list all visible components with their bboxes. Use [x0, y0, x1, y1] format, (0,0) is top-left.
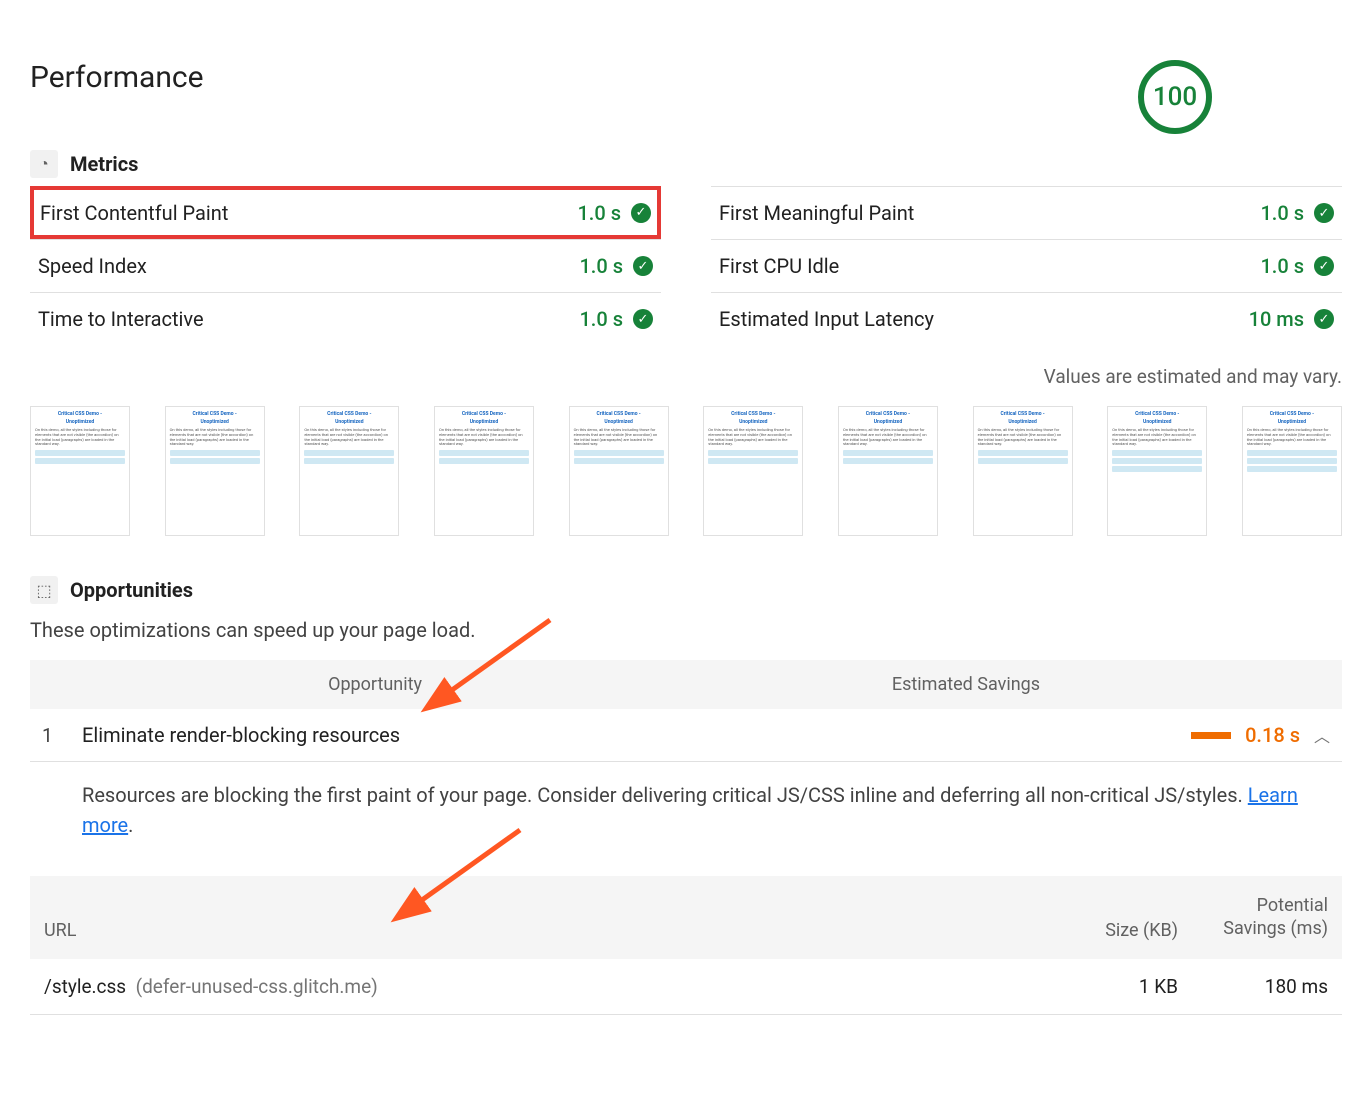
stopwatch-icon: ◔ — [30, 150, 58, 178]
metric-value: 1.0 s — [579, 307, 623, 331]
opportunities-heading: Opportunities — [70, 578, 193, 602]
performance-score-value: 100 — [1153, 82, 1197, 112]
opportunity-time: 0.18 s — [1245, 723, 1300, 747]
check-icon: ✓ — [633, 309, 653, 329]
savings-col-label: Potential Savings (ms) — [1178, 894, 1328, 941]
savings-col-label: Estimated Savings — [422, 674, 1330, 695]
opportunity-name: Eliminate render-blocking resources — [82, 723, 1191, 747]
url-savings: 180 ms — [1178, 975, 1328, 998]
url-size: 1 KB — [1058, 975, 1178, 998]
metric-value: 1.0 s — [577, 201, 621, 225]
filmstrip-thumbnail: Critical CSS Demo -UnoptimizedOn this de… — [569, 406, 669, 536]
filmstrip-thumbnail: Critical CSS Demo -UnoptimizedOn this de… — [165, 406, 265, 536]
opportunity-detail: Resources are blocking the first paint o… — [30, 762, 1342, 858]
filmstrip-thumbnail: Critical CSS Demo -UnoptimizedOn this de… — [434, 406, 534, 536]
metric-label: First CPU Idle — [719, 254, 839, 278]
url-path: /style.css — [44, 975, 126, 998]
url-col-label: URL — [44, 920, 1058, 941]
metric-label: First Meaningful Paint — [719, 201, 914, 225]
filmstrip-thumbnail: Critical CSS Demo -UnoptimizedOn this de… — [30, 406, 130, 536]
metric-row[interactable]: First CPU Idle 1.0 s ✓ — [711, 239, 1342, 292]
check-icon: ✓ — [633, 256, 653, 276]
filmstrip: Critical CSS Demo -UnoptimizedOn this de… — [30, 406, 1342, 536]
size-col-label: Size (KB) — [1058, 920, 1178, 941]
metrics-heading: Metrics — [70, 152, 138, 176]
check-icon: ✓ — [1314, 203, 1334, 223]
metric-row[interactable]: Estimated Input Latency 10 ms ✓ — [711, 292, 1342, 345]
metrics-footnote: Values are estimated and may vary. — [30, 365, 1342, 388]
chevron-up-icon[interactable]: ︿ — [1314, 723, 1330, 747]
metric-label: Estimated Input Latency — [719, 307, 934, 331]
metric-label: Speed Index — [38, 254, 147, 278]
filmstrip-thumbnail: Critical CSS Demo -UnoptimizedOn this de… — [973, 406, 1073, 536]
opportunity-number: 1 — [42, 724, 82, 747]
check-icon: ✓ — [1314, 309, 1334, 329]
filmstrip-thumbnail: Critical CSS Demo -UnoptimizedOn this de… — [703, 406, 803, 536]
performance-score-circle: 100 — [1138, 60, 1212, 134]
metric-label: Time to Interactive — [38, 307, 204, 331]
metric-label: First Contentful Paint — [40, 201, 228, 225]
opportunities-table-header: Opportunity Estimated Savings — [30, 660, 1342, 709]
opportunities-icon: ⬚ — [30, 576, 58, 604]
metric-row[interactable]: First Contentful Paint 1.0 s ✓ — [30, 186, 661, 239]
check-icon: ✓ — [1314, 256, 1334, 276]
metric-row[interactable]: First Meaningful Paint 1.0 s ✓ — [711, 186, 1342, 239]
metric-value: 1.0 s — [1260, 254, 1304, 278]
url-row: /style.css (defer-unused-css.glitch.me) … — [30, 959, 1342, 1015]
filmstrip-thumbnail: Critical CSS Demo -UnoptimizedOn this de… — [838, 406, 938, 536]
metric-value: 1.0 s — [1260, 201, 1304, 225]
url-host: (defer-unused-css.glitch.me) — [136, 975, 378, 998]
metric-row[interactable]: Speed Index 1.0 s ✓ — [30, 239, 661, 292]
filmstrip-thumbnail: Critical CSS Demo -UnoptimizedOn this de… — [1242, 406, 1342, 536]
metric-value: 10 ms — [1249, 307, 1304, 331]
url-table-header: URL Size (KB) Potential Savings (ms) — [30, 876, 1342, 959]
savings-bar — [1191, 732, 1231, 739]
opportunity-col-label: Opportunity — [42, 674, 422, 695]
page-title: Performance — [30, 60, 204, 95]
metric-value: 1.0 s — [579, 254, 623, 278]
opportunity-row[interactable]: 1 Eliminate render-blocking resources 0.… — [30, 709, 1342, 762]
check-icon: ✓ — [631, 203, 651, 223]
metric-row[interactable]: Time to Interactive 1.0 s ✓ — [30, 292, 661, 345]
filmstrip-thumbnail: Critical CSS Demo -UnoptimizedOn this de… — [1107, 406, 1207, 536]
opportunities-description: These optimizations can speed up your pa… — [30, 618, 1342, 642]
filmstrip-thumbnail: Critical CSS Demo -UnoptimizedOn this de… — [299, 406, 399, 536]
